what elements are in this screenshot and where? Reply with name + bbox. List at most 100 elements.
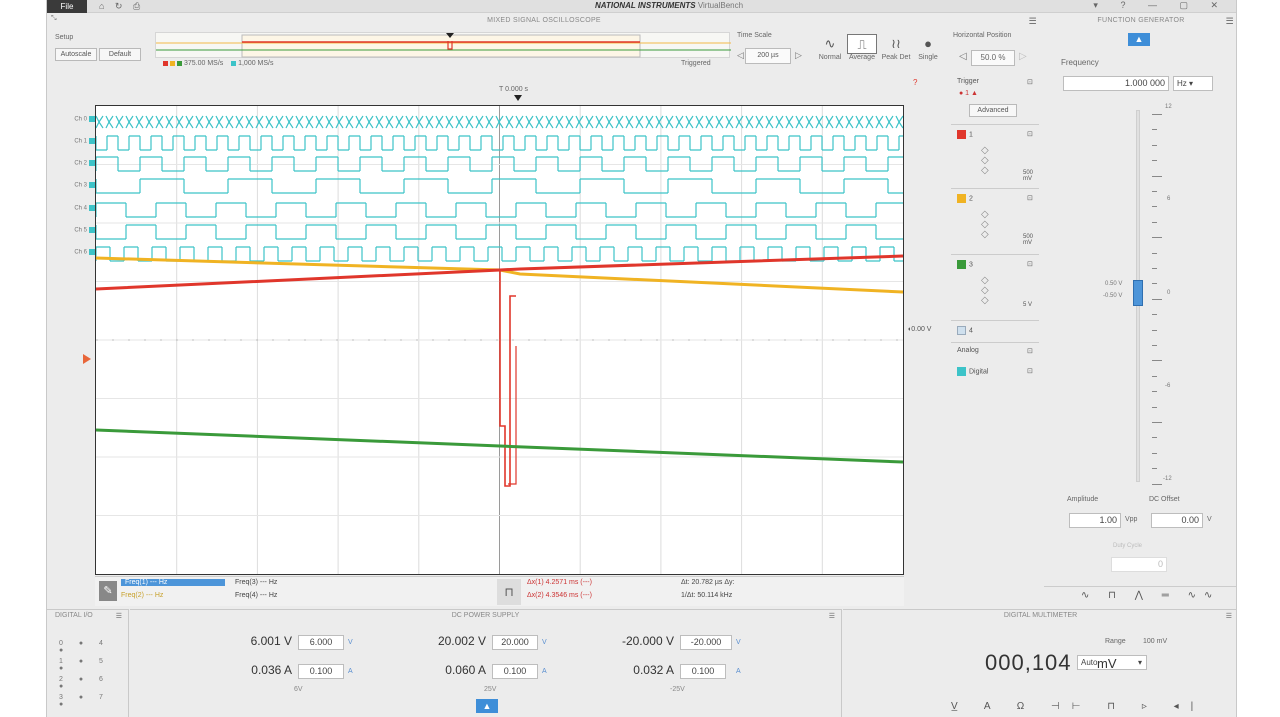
help-icon[interactable]: ? [913, 78, 917, 87]
dmm-menu-icon[interactable]: ☰ [1226, 612, 1232, 620]
scale-tick [1152, 221, 1157, 223]
channel-4-header[interactable]: 4 [957, 326, 973, 335]
mode-peak-button[interactable]: ≀≀ Peak Det [881, 34, 911, 70]
digital-label-3[interactable]: Ch 3 [49, 182, 95, 189]
ch1-scale-knob[interactable]: ◇ ◇ ◇ [981, 146, 989, 176]
waveform-type-buttons[interactable]: ∿ ⊓ ⋀ ═ ∿∿ [1081, 590, 1220, 601]
hpos-left-icon[interactable]: ◁ [959, 51, 967, 62]
app-name: VirtualBench [697, 1, 744, 10]
scale-label-bottom: -12 [1163, 476, 1172, 482]
chm25v-current-field[interactable]: 0.100 [680, 664, 726, 679]
autoscale-button[interactable]: Autoscale [55, 48, 97, 61]
ch2-scale-knob[interactable]: ◇ ◇ ◇ [981, 210, 989, 240]
trigger-title: Trigger [957, 78, 979, 85]
ch25v-current-field[interactable]: 0.100 [492, 664, 538, 679]
file-menu-button[interactable]: File [47, 0, 87, 13]
acquisition-overview[interactable] [155, 32, 731, 58]
scale-tick [1152, 375, 1157, 377]
hpos-field[interactable]: 50.0 % [971, 50, 1015, 66]
generator-menu-icon[interactable]: ☰ [1226, 15, 1234, 27]
power-expand-tab[interactable]: ▲ [476, 699, 498, 713]
chm25v-voltage-field[interactable]: -20.000 [680, 635, 732, 650]
measurement-freq3[interactable]: Freq(3) --- Hz [235, 579, 277, 586]
dmm-function-buttons[interactable]: V̲ A Ω ⊣⊢ ⊓ ▹ ◂| [951, 701, 1205, 712]
generator-expand-tab[interactable]: ▲ [1128, 33, 1150, 46]
ch1-settings-icon[interactable]: ⊡ [1027, 130, 1033, 138]
analog-settings-icon[interactable]: ⊡ [1027, 347, 1033, 355]
scale-tick [1152, 298, 1162, 300]
measurement-freq4[interactable]: Freq(4) --- Hz [235, 592, 277, 599]
digital-label-4[interactable]: Ch 4 [49, 205, 95, 212]
chm25v-current-readout: 0.032 A [633, 663, 674, 677]
cursor-dx2: Δx(2) 4.3546 ms (---) [527, 592, 592, 599]
channel-3-header[interactable]: 3 [957, 260, 973, 269]
scale-label-0: 0 [1167, 290, 1171, 296]
digital-label-2[interactable]: Ch 2 [49, 160, 95, 167]
sample-rate-digital: 1,000 MS/s [238, 60, 274, 67]
dio-row-3[interactable]: 3 ● 7 ● [59, 694, 128, 708]
dio-row-0[interactable]: 0 ● 4 ● [59, 640, 128, 654]
trigger-time-label: T 0.000 s [499, 86, 529, 93]
digital-label-5[interactable]: Ch 5 [49, 227, 95, 234]
scale-tick [1152, 360, 1162, 362]
ch6v-voltage-field[interactable]: 6.000 [298, 635, 344, 650]
channel-2-header[interactable]: 2 [957, 194, 973, 203]
frequency-field[interactable]: 1.000 000 [1063, 76, 1169, 91]
amplitude-slider-thumb[interactable] [1133, 280, 1143, 306]
offset-field[interactable]: 0.00 [1151, 513, 1203, 528]
time-scale-increase-icon[interactable]: ▷ [795, 50, 802, 61]
mode-average-button[interactable]: ⎍ Average [847, 34, 877, 70]
window-controls[interactable]: ▾ ? — ▢ ✕ [1093, 0, 1228, 11]
ch6v-label: 6V [294, 686, 303, 693]
trigger-source: ● 1 ▲ [959, 90, 978, 97]
scale-tick [1152, 191, 1157, 192]
measurement-freq2[interactable]: Freq(2) --- Hz [121, 592, 163, 599]
scope-menu-icon[interactable]: ☰ [1029, 15, 1037, 27]
dio-title: DIGITAL I/O [55, 612, 93, 619]
channel-reference-marker[interactable] [83, 354, 91, 364]
frequency-unit-select[interactable]: Hz ▾ [1173, 76, 1213, 91]
mode-single-button[interactable]: ● Single [913, 34, 943, 70]
digital-label-6[interactable]: Ch 6 [49, 249, 95, 256]
ch6v-current-unit: A [348, 668, 353, 675]
ch2-settings-icon[interactable]: ⊡ [1027, 194, 1033, 202]
hpos-right-icon[interactable]: ▷ [1019, 51, 1027, 62]
channel-sidebar: Trigger ⊡ ● 1 ▲ Advanced 1 ⊡ ◇ ◇ ◇ 500 mV … [951, 74, 1039, 534]
ch6v-voltage-unit: V [348, 639, 353, 646]
waveform-display[interactable] [95, 105, 932, 575]
trigger-advanced-button[interactable]: Advanced [969, 104, 1017, 117]
ch25v-voltage-field[interactable]: 20.000 [492, 635, 538, 650]
toolbar-icons[interactable]: ⌂ ↻ ⎙ [99, 1, 144, 12]
time-scale-field[interactable]: 200 µs [745, 48, 791, 64]
time-scale-decrease-icon[interactable]: ◁ [737, 50, 744, 61]
duty-cycle-field[interactable]: 0 [1111, 557, 1167, 572]
cursor-icon[interactable]: ⊓ [497, 579, 521, 605]
digital-label-0[interactable]: Ch 0 [49, 116, 95, 123]
dio-menu-icon[interactable]: ☰ [116, 612, 122, 620]
pencil-icon[interactable]: ✎ [99, 581, 117, 601]
digital-settings-icon[interactable]: ⊡ [1027, 367, 1033, 375]
dio-row-2[interactable]: 2 ● 6 ● [59, 676, 128, 690]
measurement-freq1[interactable]: Freq(1) --- Hz [121, 579, 225, 586]
scale-label-top: 12 [1165, 104, 1172, 110]
scale-tick [1152, 129, 1157, 131]
ch3-scale-knob[interactable]: ◇ ◇ ◇ [981, 276, 989, 306]
default-setup-button[interactable]: Default [99, 48, 141, 61]
chm25v-current-unit: A [736, 668, 741, 675]
ch6v-current-field[interactable]: 0.100 [298, 664, 344, 679]
trigger-menu-icon[interactable]: ⊡ [1027, 78, 1033, 86]
ch3-settings-icon[interactable]: ⊡ [1027, 260, 1033, 268]
channel-1-header[interactable]: 1 [957, 130, 973, 139]
horizontal-position-control[interactable]: Horizontal Position ◁ 50.0 % ▷ [953, 32, 1037, 68]
trigger-level-label[interactable]: ◖0.00 V [907, 326, 931, 333]
power-menu-icon[interactable]: ☰ [829, 612, 835, 620]
time-scale-control[interactable]: Time Scale ◁ 200 µs ▷ [737, 32, 809, 68]
analog-section-title: Analog [957, 347, 979, 354]
mode-normal-button[interactable]: ∿ Normal [815, 34, 845, 70]
digital-label-1[interactable]: Ch 1 [49, 138, 95, 145]
dio-row-1[interactable]: 1 ● 5 ● [59, 658, 128, 672]
scale-tick [1152, 406, 1157, 408]
trigger-position-marker[interactable] [514, 95, 522, 101]
digital-channel-header[interactable]: Digital [957, 367, 988, 376]
amplitude-field[interactable]: 1.00 [1069, 513, 1121, 528]
